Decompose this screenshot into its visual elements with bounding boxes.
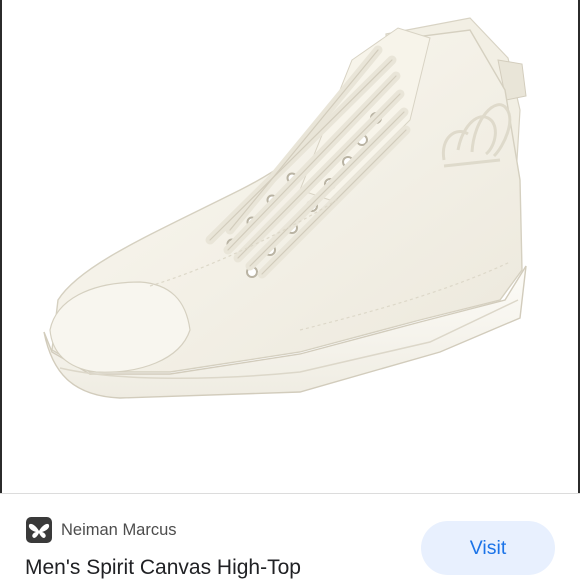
sneaker-illustration — [43, 17, 527, 399]
product-image[interactable] — [0, 0, 580, 493]
product-title[interactable]: Men's Spirit Canvas High-Top — [25, 556, 301, 580]
source-name[interactable]: Neiman Marcus — [61, 521, 177, 540]
visit-button[interactable]: Visit — [421, 521, 555, 575]
butterfly-icon — [26, 517, 52, 543]
image-left-border — [0, 0, 2, 493]
